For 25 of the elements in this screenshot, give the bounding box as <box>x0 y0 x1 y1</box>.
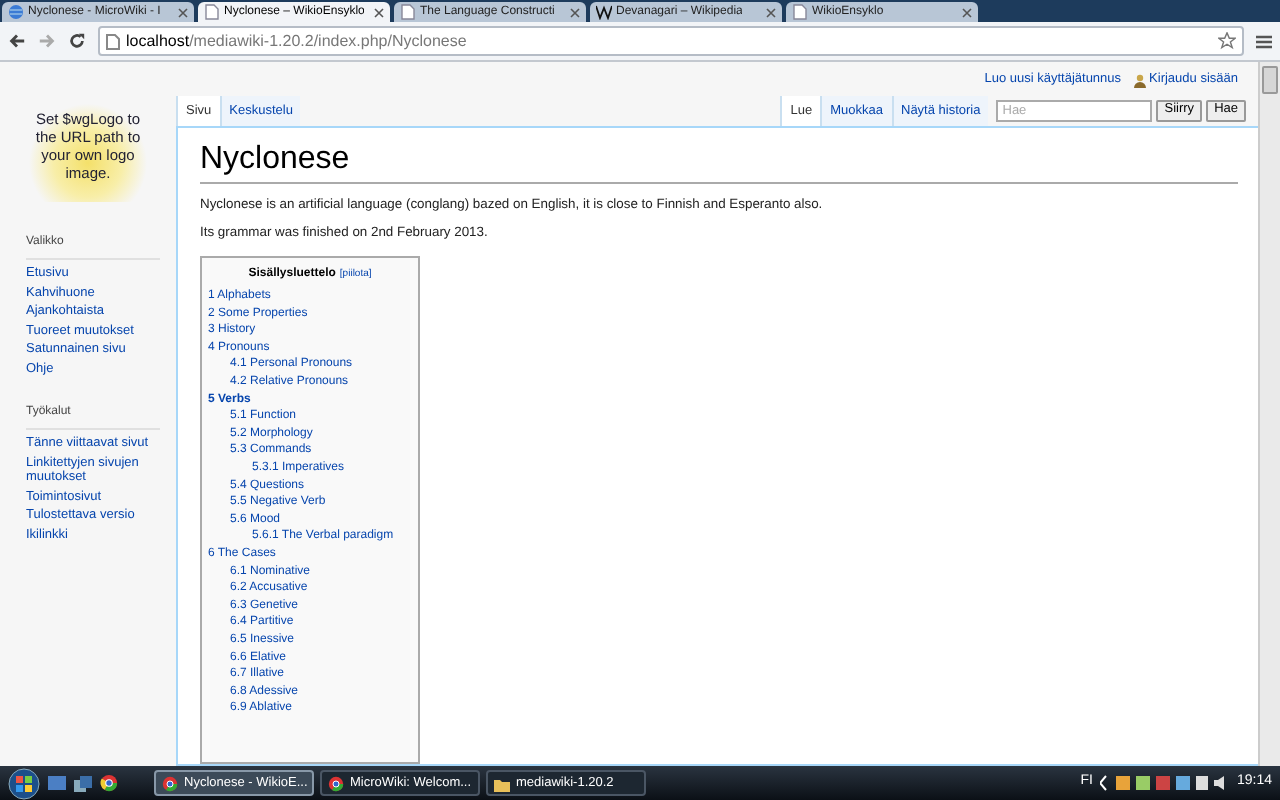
back-icon[interactable] <box>8 32 26 50</box>
start-button[interactable] <box>8 767 40 799</box>
chrome-icon <box>328 775 344 791</box>
tray-icons[interactable] <box>1100 774 1229 792</box>
folder-icon <box>494 775 510 791</box>
window-switch-icon[interactable] <box>74 775 92 791</box>
chrome-icon <box>162 775 178 791</box>
menu-icon[interactable] <box>1256 33 1272 49</box>
page-title: Nyclonese <box>200 140 1238 184</box>
chrome-icon[interactable] <box>100 774 118 792</box>
w-icon <box>596 4 612 20</box>
close-icon[interactable] <box>962 7 972 17</box>
globe-icon <box>8 4 24 20</box>
page-icon <box>106 33 120 49</box>
user-icon <box>1133 73 1146 87</box>
url-text: localhost/mediawiki-1.20.2/index.php/Nyclonese <box>126 29 467 53</box>
close-icon[interactable] <box>570 7 580 17</box>
star-icon[interactable] <box>1218 32 1236 50</box>
close-icon[interactable] <box>766 7 776 17</box>
close-icon[interactable] <box>374 7 384 17</box>
scrollbar[interactable] <box>1258 62 1280 766</box>
reload-icon[interactable] <box>68 32 86 50</box>
close-icon[interactable] <box>178 7 188 17</box>
address-bar[interactable]: localhost/mediawiki-1.20.2/index.php/Nyclonese <box>98 26 1244 56</box>
desktop-icon[interactable] <box>48 775 66 791</box>
